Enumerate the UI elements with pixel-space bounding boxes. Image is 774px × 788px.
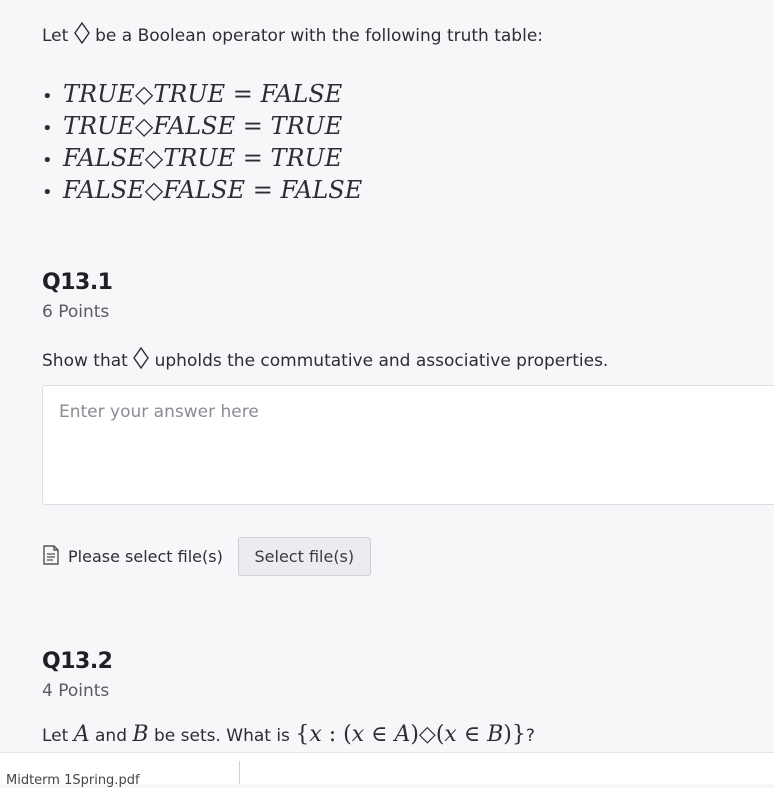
truth-table-row: • FALSE◇TRUE = TRUE [42, 144, 343, 172]
question-text-q13-1: Show that upholds the commutative and as… [42, 346, 608, 374]
truth-table-row: • FALSE◇FALSE = FALSE [42, 176, 363, 204]
file-status-label: Please select file(s) [68, 547, 223, 566]
answer-placeholder: Enter your answer here [59, 402, 259, 422]
question-text-q13-2: Let A and B be sets. What is {x : (x ∈ A… [42, 722, 535, 747]
answer-textarea[interactable]: Enter your answer here [42, 385, 774, 505]
select-files-button[interactable]: Select file(s) [237, 537, 371, 576]
intro-text: Let be a Boolean operator with the follo… [42, 21, 544, 49]
truth-table-list: • TRUE◇TRUE = FALSE • TRUE◇FALSE = TRUE • F… [42, 78, 362, 206]
question-points-q13-1: 6 Points [42, 302, 110, 322]
file-upload-row: Please select file(s) Select file(s) [42, 537, 371, 576]
intro-suffix: be a Boolean operator with the following… [95, 26, 544, 46]
question-title-q13-2: Q13.2 [42, 649, 113, 674]
diamond-operator-icon [133, 346, 150, 374]
document-icon [42, 544, 60, 569]
divider [239, 761, 240, 784]
question-points-q13-2: 4 Points [42, 681, 110, 701]
truth-table-row: • TRUE◇TRUE = FALSE [42, 80, 343, 108]
diamond-operator-icon [73, 21, 90, 49]
bottom-file-bar: Midterm 1Spring.pdf [0, 752, 774, 788]
question-title-q13-1: Q13.1 [42, 270, 113, 295]
file-tab[interactable]: Midterm 1Spring.pdf [6, 773, 140, 788]
truth-table-row: • TRUE◇FALSE = TRUE [42, 112, 343, 140]
intro-prefix: Let [42, 26, 69, 46]
